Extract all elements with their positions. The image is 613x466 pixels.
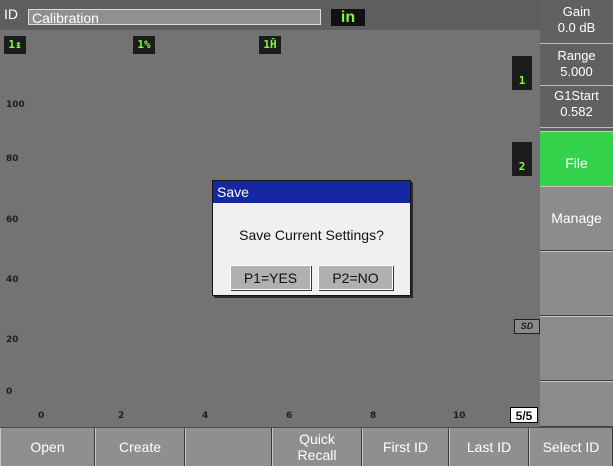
create-button[interactable]: Create (95, 428, 185, 466)
x-tick-label: 0 (38, 411, 45, 421)
y-tick-label: 0 (6, 387, 13, 397)
function-key-bar: Open Create Quick Recall First ID Last I… (0, 427, 613, 466)
no-button[interactable]: P2=NO (318, 265, 393, 290)
dialog-message: Save Current Settings? (239, 227, 384, 243)
gate-2-icon: 2 (512, 142, 532, 176)
status-bar: ID Calibration in (0, 0, 540, 30)
id-field: Calibration (28, 9, 321, 26)
x-tick-label: 8 (370, 411, 377, 421)
x-tick-label: 2 (118, 411, 125, 421)
parameter-panel: Gain 0.0 dB Range 5.000 G1Start 0.582 Fi… (540, 0, 613, 427)
y-tick-label: 60 (6, 215, 19, 225)
select-id-button[interactable]: Select ID (529, 428, 613, 466)
x-tick-label: 4 (202, 411, 209, 421)
x-tick-label: 10 (453, 411, 466, 421)
id-label: ID (4, 6, 18, 22)
range-label: Range (557, 48, 596, 63)
y-tick-label: 80 (6, 154, 19, 164)
unit-indicator: in (331, 9, 365, 26)
first-id-button[interactable]: First ID (362, 428, 449, 466)
last-id-button[interactable]: Last ID (449, 428, 529, 466)
gate-1-icon: 1 (512, 56, 532, 90)
thickness-icon: 1Ĥ (259, 36, 281, 54)
g1start-param[interactable]: G1Start 0.582 (540, 88, 613, 128)
empty-function-key[interactable] (185, 428, 272, 466)
range-value: 5.000 (560, 64, 593, 79)
x-tick-label: 6 (286, 411, 293, 421)
page-indicator: 5/5 (510, 407, 538, 423)
menu-item-empty-4[interactable] (540, 316, 613, 381)
range-param[interactable]: Range 5.000 (540, 48, 613, 86)
gain-label: Gain (562, 4, 591, 19)
y-tick-label: 20 (6, 335, 19, 345)
open-button[interactable]: Open (0, 428, 95, 466)
gate-measure-icon: 1↨ (4, 36, 26, 54)
sd-card-icon: SD (514, 319, 540, 334)
menu-item-manage[interactable]: Manage (540, 186, 613, 251)
yes-button[interactable]: P1=YES (230, 265, 311, 290)
g1start-value: 0.582 (560, 104, 593, 119)
y-tick-label: 100 (6, 100, 25, 110)
gain-value: 0.0 dB (557, 20, 596, 35)
quick-recall-button[interactable]: Quick Recall (272, 428, 362, 466)
dialog-title: Save (213, 181, 410, 203)
gain-param[interactable]: Gain 0.0 dB (540, 4, 613, 44)
y-tick-label: 40 (6, 275, 19, 285)
g1start-label: G1Start (554, 88, 599, 103)
menu-item-empty-3[interactable] (540, 251, 613, 316)
percent-icon: 1% (133, 36, 155, 54)
menu-item-empty-5[interactable] (540, 381, 613, 427)
save-dialog: Save Save Current Settings? P1=YES P2=NO (212, 180, 411, 296)
